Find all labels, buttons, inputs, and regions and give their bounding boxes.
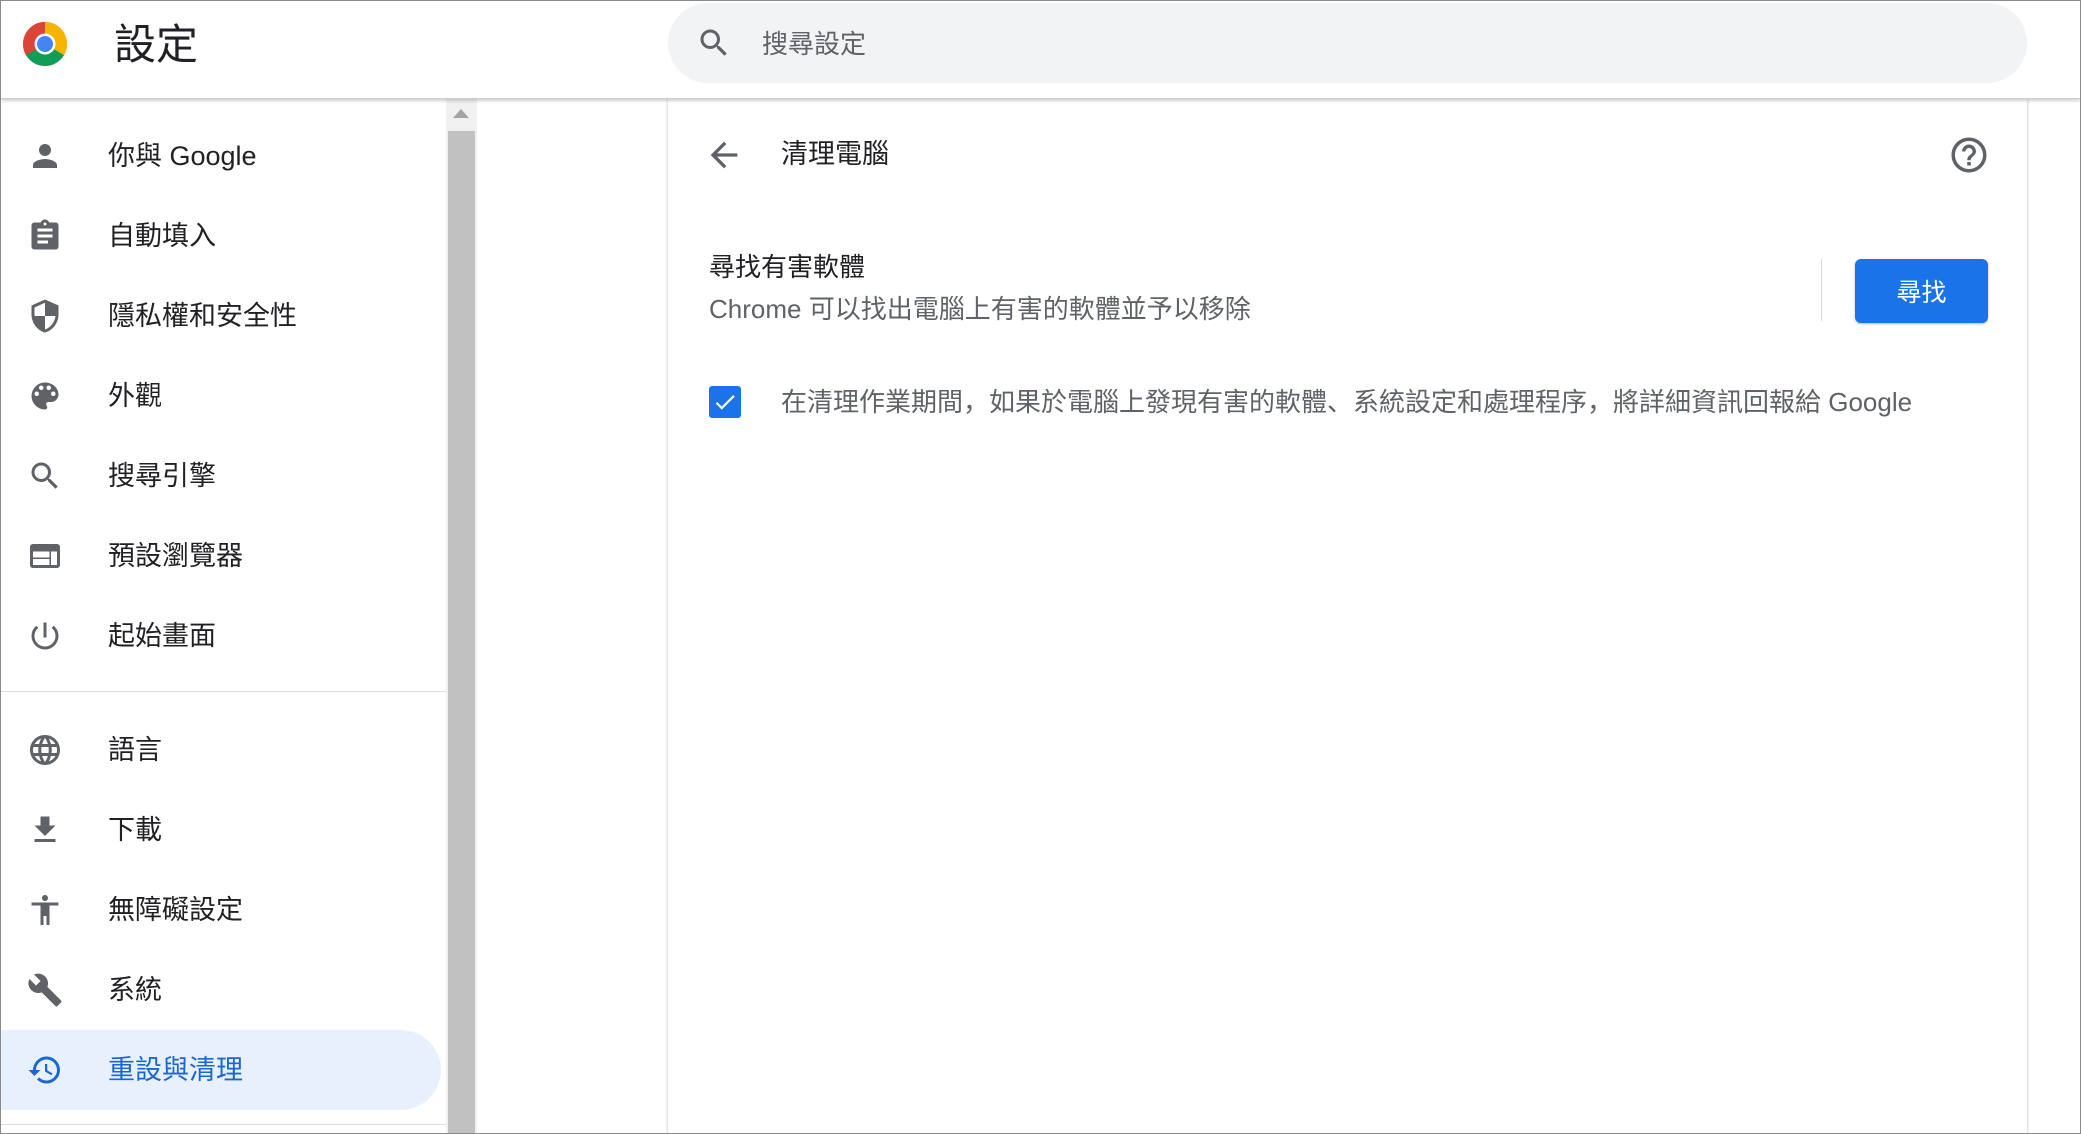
search-icon [700, 29, 727, 56]
back-arrow-icon[interactable] [704, 135, 744, 175]
cleanup-card: 清理電腦 尋找有害軟體 Chrome 可以找出電腦上有害的軟體並予以移除 尋找 … [668, 99, 2027, 1133]
history-icon [28, 1056, 60, 1084]
search-icon [31, 462, 58, 489]
sidebar-divider [1, 1124, 446, 1125]
sidebar-item-label: 搜尋引擎 [108, 461, 216, 491]
sidebar-item-default-browser[interactable]: 預設瀏覽器 [1, 516, 441, 596]
sidebar-item-appearance[interactable]: 外觀 [1, 356, 441, 436]
checkbox-label: 在清理作業期間，如果於電腦上發現有害的軟體、系統設定和處理程序，將詳細資訊回報給… [781, 387, 1913, 417]
globe-icon [30, 735, 60, 765]
find-button[interactable]: 尋找 [1855, 259, 1988, 323]
sidebar-item-search-engine[interactable]: 搜尋引擎 [1, 436, 441, 516]
chrome-logo-icon [23, 22, 67, 66]
page-title: 清理電腦 [781, 139, 889, 169]
sidebar-item-label: 隱私權和安全性 [108, 301, 297, 331]
palette-icon [31, 382, 59, 410]
report-details-checkbox[interactable] [709, 386, 741, 418]
search-bar[interactable] [668, 3, 2027, 83]
sidebar-item-accessibility[interactable]: 無障礙設定 [1, 870, 441, 950]
sidebar-item-label: 下載 [108, 815, 162, 845]
sidebar-item-you-and-google[interactable]: 你與 Google [1, 116, 441, 196]
sidebar-item-label: 外觀 [108, 381, 162, 411]
sidebar-scrollbar[interactable] [446, 99, 477, 1133]
sidebar-item-label: 預設瀏覽器 [108, 541, 243, 571]
separator [1821, 259, 1822, 321]
sidebar-item-on-startup[interactable]: 起始畫面 [1, 596, 441, 676]
power-icon [31, 622, 59, 650]
sidebar-item-system[interactable]: 系統 [1, 950, 441, 1030]
sidebar-item-label: 起始畫面 [108, 621, 216, 651]
sidebar-item-label: 無障礙設定 [108, 895, 243, 925]
section-title: 尋找有害軟體 [709, 252, 866, 282]
checkmark-icon [715, 395, 735, 410]
sidebar: 你與 Google 自動填入 隱私權和安全性 外觀 搜尋引擎 預設瀏覽器 起始畫… [1, 99, 446, 1133]
sidebar-item-languages[interactable]: 語言 [1, 710, 441, 790]
settings-window: 設定 你與 Google 自動填入 隱私權和安全性 [0, 0, 2081, 1134]
sidebar-item-label: 語言 [108, 735, 162, 765]
app-title: 設定 [114, 21, 199, 68]
person-icon [33, 144, 57, 168]
download-icon [34, 816, 56, 842]
sidebar-divider [1, 691, 446, 692]
sidebar-item-privacy[interactable]: 隱私權和安全性 [1, 276, 441, 356]
sidebar-item-label: 自動填入 [108, 221, 216, 251]
sidebar-item-label: 重設與清理 [108, 1055, 243, 1085]
sidebar-item-label: 系統 [108, 975, 162, 1005]
wrench-icon [28, 973, 62, 1007]
scroll-up-arrow-icon[interactable] [453, 109, 469, 118]
sidebar-item-label: 你與 Google [108, 141, 257, 171]
scrollbar-thumb[interactable] [448, 131, 475, 1133]
accessibility-icon [31, 895, 59, 925]
section-description: Chrome 可以找出電腦上有害的軟體並予以移除 [709, 294, 1251, 324]
top-bar: 設定 [1, 1, 2080, 99]
help-icon[interactable] [1948, 134, 1990, 176]
sidebar-item-downloads[interactable]: 下載 [1, 790, 441, 870]
browser-icon [30, 544, 60, 568]
sidebar-item-autofill[interactable]: 自動填入 [1, 196, 441, 276]
shield-icon [31, 299, 59, 333]
search-input[interactable] [760, 21, 1984, 67]
sidebar-item-reset-and-clean-up[interactable]: 重設與清理 [1, 1030, 441, 1110]
clipboard-icon [31, 219, 59, 250]
